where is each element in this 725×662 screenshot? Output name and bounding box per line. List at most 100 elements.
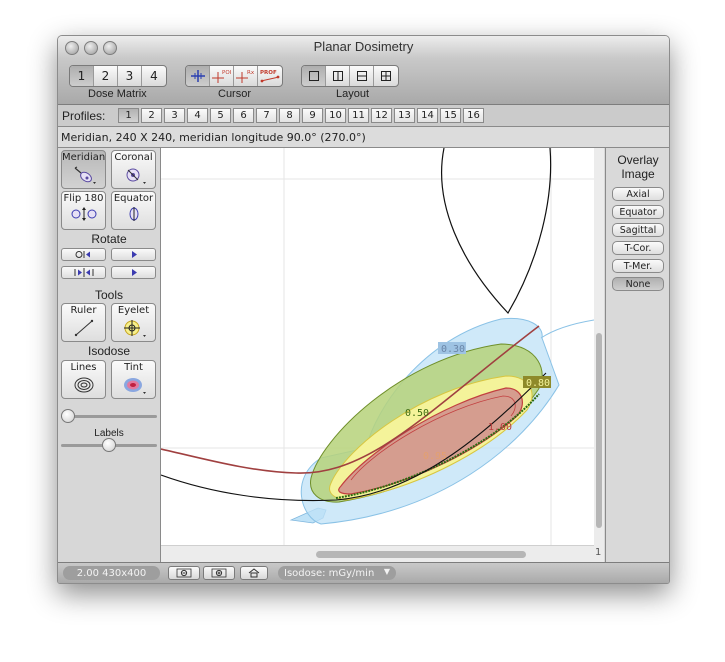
profile-button-5[interactable]: 5: [210, 108, 231, 123]
home-button[interactable]: [240, 566, 268, 580]
eyelet-label: Eyelet: [117, 305, 150, 316]
profile-button-6[interactable]: 6: [233, 108, 254, 123]
profiles-bar: Profiles: 1 2 3 4 5 6 7 8 9 10 11 12 13 …: [58, 105, 669, 127]
equator-view-button[interactable]: Equator: [111, 191, 156, 230]
profile-button-11[interactable]: 11: [348, 108, 369, 123]
isodose-slider-track[interactable]: [61, 415, 157, 418]
rotate-step-right-2-button[interactable]: [111, 266, 156, 279]
labels-slider-knob[interactable]: [102, 438, 116, 452]
zoom-out-button[interactable]: [168, 566, 200, 580]
overlay-equator-button[interactable]: Equator: [612, 205, 664, 219]
overlay-panel: Overlay Image Axial Equator Sagittal T-Co…: [605, 148, 669, 562]
profile-cursor-icon[interactable]: PROF: [258, 66, 282, 86]
rotate-step-right-button[interactable]: [111, 248, 156, 261]
zoom-info: 2.00 430x400: [63, 566, 160, 580]
tools-label: Tools: [94, 288, 123, 302]
isodose-tint-button[interactable]: Tint: [111, 360, 156, 399]
home-icon: [248, 568, 260, 578]
profile-button-3[interactable]: 3: [164, 108, 185, 123]
overlay-sagittal-button[interactable]: Sagittal: [612, 223, 664, 237]
overlay-title-line1: Overlay: [617, 153, 659, 167]
layout-segment: [301, 65, 399, 87]
ruler-icon: [74, 319, 93, 337]
zoom-in-button[interactable]: [203, 566, 235, 580]
four-quadrant-layout-icon[interactable]: [374, 66, 398, 86]
dropdown-arrow-icon: ▼: [383, 567, 390, 576]
profile-button-16[interactable]: 16: [463, 108, 484, 123]
profile-button-13[interactable]: 13: [394, 108, 415, 123]
flip-180-button[interactable]: Flip 180: [61, 191, 106, 230]
isodose-label-080: 0.80: [526, 378, 550, 389]
upper-contour-line: [441, 148, 552, 314]
vertical-scrollbar[interactable]: [594, 148, 604, 545]
profile-button-9[interactable]: 9: [302, 108, 323, 123]
isodose-units-dropdown[interactable]: Isodose: mGy/min ▼: [278, 566, 396, 580]
title-bar: Planar Dosimetry: [58, 36, 669, 58]
dose-canvas[interactable]: 0.30 0.50 0.80 1.00 0.95: [161, 148, 594, 545]
overlay-title-line2: Image: [621, 167, 655, 181]
zoom-in-icon: [211, 568, 227, 578]
ruler-label: Ruler: [70, 305, 97, 316]
overlay-axial-button[interactable]: Axial: [612, 187, 664, 201]
profile-button-4[interactable]: 4: [187, 108, 208, 123]
profile-button-10[interactable]: 10: [325, 108, 346, 123]
isodose-lines-icon: [74, 377, 93, 393]
overlay-none-button[interactable]: None: [612, 277, 664, 291]
two-column-layout-icon[interactable]: [326, 66, 350, 86]
isodose-label-050: 0.50: [405, 408, 429, 419]
layout-label: Layout: [336, 88, 370, 100]
isodose-lines-button[interactable]: Lines: [61, 360, 106, 399]
profile-button-1[interactable]: 1: [118, 108, 139, 123]
isodose-slider-knob[interactable]: [61, 409, 75, 423]
isodose-tint-icon: [123, 378, 146, 394]
planar-dosimetry-window: Planar Dosimetry 1 2 3 4 Dose Matrix POI…: [57, 35, 670, 584]
poi-cursor-icon[interactable]: POI: [210, 66, 234, 86]
eyelet-tool-button[interactable]: Eyelet: [111, 303, 156, 342]
dose-matrix-4-button[interactable]: 4: [142, 66, 166, 86]
status-text: Meridian, 240 X 240, meridian longitude …: [61, 131, 366, 144]
cursor-label: Cursor: [218, 88, 252, 100]
profile-button-12[interactable]: 12: [371, 108, 392, 123]
single-layout-icon[interactable]: [302, 66, 326, 86]
two-row-layout-icon[interactable]: [350, 66, 374, 86]
meridian-view-button[interactable]: Meridian: [61, 150, 106, 189]
overlay-tmer-button[interactable]: T-Mer.: [612, 259, 664, 273]
profile-button-15[interactable]: 15: [440, 108, 461, 123]
profile-button-7[interactable]: 7: [256, 108, 277, 123]
mirror-button[interactable]: [61, 266, 106, 279]
isodose-label-100: 1.00: [488, 422, 512, 433]
dose-matrix-1-button[interactable]: 1: [70, 66, 94, 86]
left-tool-panel: Meridian Coronal Flip 180 Equator Rotate…: [58, 148, 161, 562]
isodose-label-030: 0.30: [441, 344, 465, 355]
zoom-out-icon: [176, 568, 192, 578]
vertical-scroll-thumb[interactable]: [596, 333, 602, 528]
dose-matrix-3-button[interactable]: 3: [118, 66, 142, 86]
outer-edge-line: [540, 319, 594, 339]
rotate-ccw-button[interactable]: [61, 248, 106, 261]
rx-cursor-icon[interactable]: Rx: [234, 66, 258, 86]
svg-text:Rx: Rx: [247, 70, 255, 76]
flip-180-label: Flip 180: [63, 193, 104, 204]
coronal-view-button[interactable]: Coronal: [111, 150, 156, 189]
profile-button-8[interactable]: 8: [279, 108, 300, 123]
bottom-bar: 2.00 430x400 Isodose: mGy/min ▼: [58, 562, 669, 583]
profile-button-2[interactable]: 2: [141, 108, 162, 123]
overlay-tcor-button[interactable]: T-Cor.: [612, 241, 664, 255]
profiles-label: Profiles:: [62, 109, 106, 123]
svg-text:PROF: PROF: [260, 70, 277, 76]
flip-icon: [71, 207, 96, 221]
dose-matrix-label: Dose Matrix: [88, 88, 147, 100]
horizontal-scroll-thumb[interactable]: [316, 551, 526, 558]
isodose-label: Isodose: [87, 344, 131, 358]
eyelet-icon: [123, 320, 146, 337]
isodose-region: [289, 317, 560, 525]
ruler-tool-button[interactable]: Ruler: [61, 303, 106, 342]
cursor-segment: POI Rx PROF: [185, 65, 283, 87]
crosshair-icon[interactable]: [186, 66, 210, 86]
horizontal-scrollbar[interactable]: [161, 545, 594, 563]
scroll-corner: 1: [594, 545, 604, 562]
profile-button-14[interactable]: 14: [417, 108, 438, 123]
dose-matrix-2-button[interactable]: 2: [94, 66, 118, 86]
svg-text:POI: POI: [222, 70, 232, 76]
window-title: Planar Dosimetry: [313, 39, 414, 54]
